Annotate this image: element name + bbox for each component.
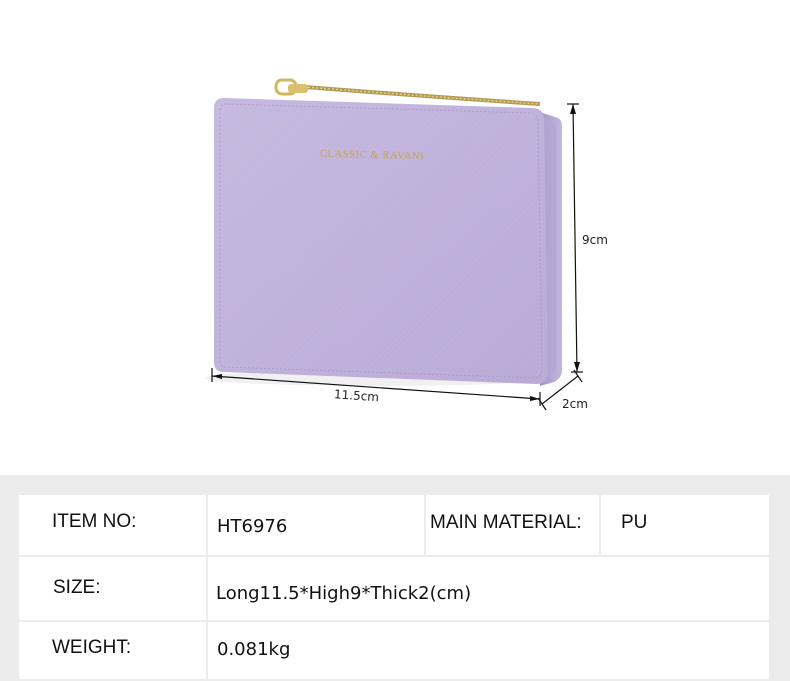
product-photo: CLASSIC & RAVANI 9cm 11.5cm 2cm	[0, 0, 790, 475]
item-no-value-cell: HT6976	[208, 495, 424, 555]
size-label-cell: SIZE:	[19, 557, 206, 620]
material-label-cell: MAIN MATERIAL:	[426, 495, 599, 555]
weight-label-cell: WEIGHT:	[19, 622, 206, 679]
wallet-texture	[214, 98, 548, 384]
zipper-pull-icon	[274, 78, 308, 96]
weight-value-cell: 0.081kg	[208, 622, 769, 679]
size-label: SIZE:	[53, 576, 101, 598]
size-value: Long11.5*High9*Thick2(cm)	[216, 583, 472, 604]
material-value: PU	[621, 512, 648, 533]
weight-value: 0.081kg	[217, 639, 291, 660]
item-no-label: ITEM NO:	[52, 511, 137, 532]
material-label: MAIN MATERIAL:	[430, 512, 582, 533]
size-value-cell: Long11.5*High9*Thick2(cm)	[208, 557, 769, 620]
material-value-cell: PU	[601, 495, 769, 555]
item-no-value: HT6976	[217, 515, 288, 537]
weight-label: WEIGHT:	[52, 636, 132, 658]
spec-table: ITEM NO: HT6976 MAIN MATERIAL: PU SIZE: …	[0, 475, 790, 681]
height-label: 9cm	[582, 233, 608, 247]
thickness-label: 2cm	[562, 397, 588, 411]
item-no-label-cell: ITEM NO:	[19, 495, 206, 555]
width-label: 11.5cm	[334, 387, 380, 404]
height-dimension	[567, 103, 583, 373]
wallet-illustration: CLASSIC & RAVANI 9cm 11.5cm 2cm	[205, 78, 608, 411]
